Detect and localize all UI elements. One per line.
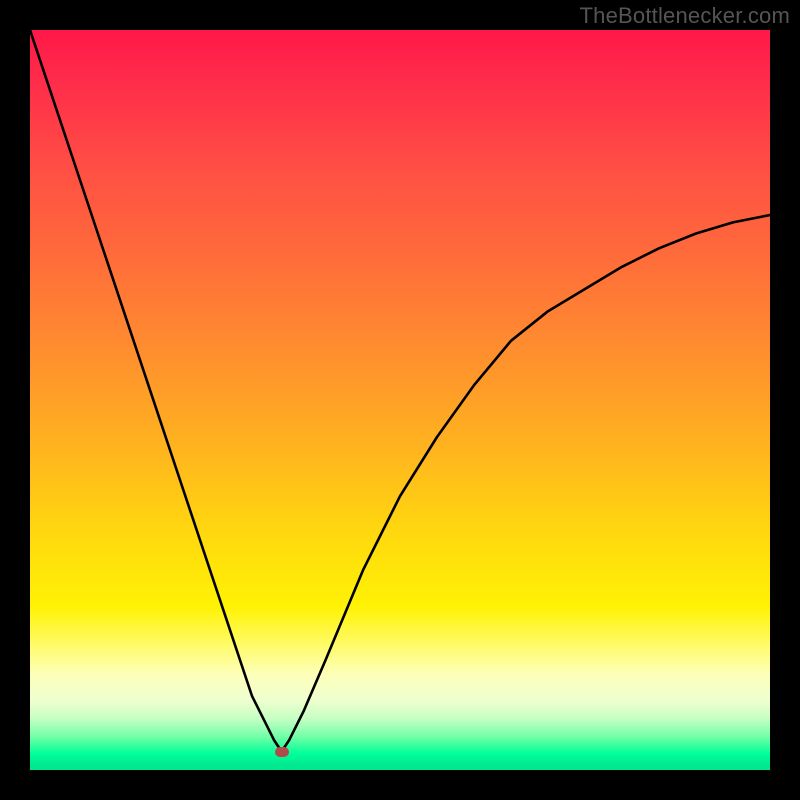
minimum-marker-icon <box>275 747 289 757</box>
plot-area <box>30 30 770 770</box>
bottleneck-curve <box>30 30 770 770</box>
watermark-text: TheBottlenecker.com <box>580 3 790 29</box>
chart-frame: TheBottlenecker.com <box>0 0 800 800</box>
